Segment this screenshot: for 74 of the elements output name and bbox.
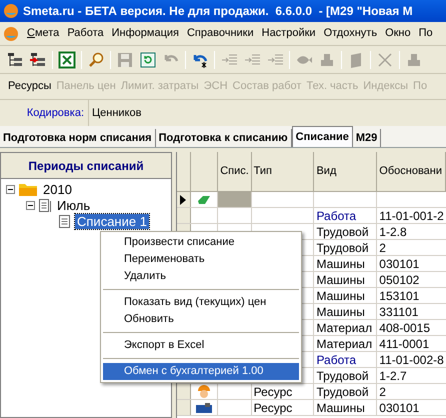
menu-item[interactable]: Смета: [27, 25, 60, 42]
resource-tab[interactable]: Ресурсы: [8, 78, 52, 95]
tree-item[interactable]: Июль: [55, 198, 92, 212]
gem-icon: [196, 194, 211, 204]
column-header[interactable]: Спис.: [218, 152, 252, 191]
table-cell-text: 2: [379, 240, 386, 256]
table-cell-text: Ресурс: [254, 384, 292, 400]
document-icon: [58, 214, 72, 228]
table-cell-text: Машины: [316, 256, 365, 272]
tree-icon[interactable]: [29, 50, 47, 68]
table-cell-text: Трудовой: [316, 368, 369, 384]
column-header[interactable]: Обосновани: [377, 152, 446, 191]
tab[interactable]: Списание: [292, 126, 353, 147]
table-cell-text: Машины: [316, 400, 365, 416]
menu-item[interactable]: Отдохнуть: [324, 25, 378, 42]
menu-item[interactable]: Настройки: [262, 25, 316, 42]
folder-icon: [18, 182, 38, 196]
menu-item[interactable]: Справочники: [186, 25, 254, 42]
table-cell-text: 411-0001: [379, 336, 430, 352]
column-header[interactable]: Вид: [314, 152, 378, 191]
menu-item[interactable]: Информация: [112, 25, 179, 42]
document-stack-icon: [38, 198, 52, 212]
spreadsheet-icon[interactable]: [58, 50, 76, 68]
menu-item[interactable]: Окно: [385, 25, 411, 42]
panel-title: Периоды списаний: [1, 153, 171, 179]
table-cell-text: 030101: [379, 256, 420, 272]
context-menu-item[interactable]: Экспорт в Excel: [103, 337, 299, 354]
table-cell-text: Работа: [316, 352, 356, 368]
table-cell-text: Трудовой: [316, 240, 369, 256]
menu-item[interactable]: Работа: [67, 25, 104, 42]
table-cell-text: 331101: [379, 304, 418, 320]
context-menu-item[interactable]: Показать вид (текущих) цен: [103, 294, 299, 311]
table-cell-text: Ресурс: [254, 400, 292, 416]
table-cell-text: Машины: [316, 304, 365, 320]
table-cell-text: Материал: [316, 320, 372, 336]
app-logo-icon: [3, 3, 19, 19]
current-row-arrow-icon: [180, 194, 186, 204]
app-logo-icon: [3, 26, 19, 42]
table-cell-text: Материал: [316, 336, 372, 352]
tree-icon[interactable]: [6, 50, 24, 68]
machine-icon: [194, 402, 213, 412]
context-menu-item[interactable]: Удалить: [103, 268, 299, 285]
table-cell-text: Трудовой: [316, 224, 369, 240]
menu-item[interactable]: По: [418, 25, 433, 42]
refresh-icon[interactable]: [139, 50, 157, 68]
table-cell-text: Машины: [316, 272, 365, 288]
table-cell-text: 2: [379, 384, 386, 400]
table-cell-text: 11-01-001-2: [379, 208, 444, 224]
tree-item[interactable]: Списание 1: [75, 214, 149, 228]
table-cell-text: 050102: [379, 272, 420, 288]
tree-item[interactable]: 2010: [41, 182, 74, 196]
table-cell-text: 153101: [379, 288, 420, 304]
encoding-label: Кодировка:: [26, 106, 85, 121]
table-cell-text: 1-2.8: [379, 224, 407, 240]
table-cell-text: 408-0015: [379, 320, 430, 336]
table-cell-text: 1-2.7: [379, 368, 407, 384]
row-indicator[interactable]: [177, 192, 191, 207]
window-title: Smeta.ru - БЕТА версия. Не для продажи. 6.6.0.0 - [M29 "Новая М: [23, 3, 413, 20]
context-menu-item[interactable]: Обмен с бухгалтерией 1.00: [103, 363, 299, 380]
context-menu-item[interactable]: Обновить: [103, 311, 299, 328]
context-menu-item[interactable]: Произвести списание: [103, 234, 299, 251]
collapse-toggle[interactable]: [26, 200, 35, 210]
table-cell-text: 11-01-002-8: [379, 352, 444, 368]
tab[interactable]: M29: [352, 129, 382, 147]
table-cell-text: 030101: [379, 400, 420, 416]
collapse-toggle[interactable]: [6, 184, 15, 194]
search-icon[interactable]: [87, 50, 105, 68]
table-cell-text: Трудовой: [316, 384, 369, 400]
tab[interactable]: Подготовка норм списания: [0, 129, 156, 147]
context-menu-item[interactable]: Переименовать: [103, 251, 299, 268]
table-cell-text: Машины: [316, 288, 365, 304]
worker-head-icon: [196, 384, 212, 399]
table-cell-text: Работа: [316, 208, 356, 224]
column-header[interactable]: Тип: [252, 152, 314, 191]
